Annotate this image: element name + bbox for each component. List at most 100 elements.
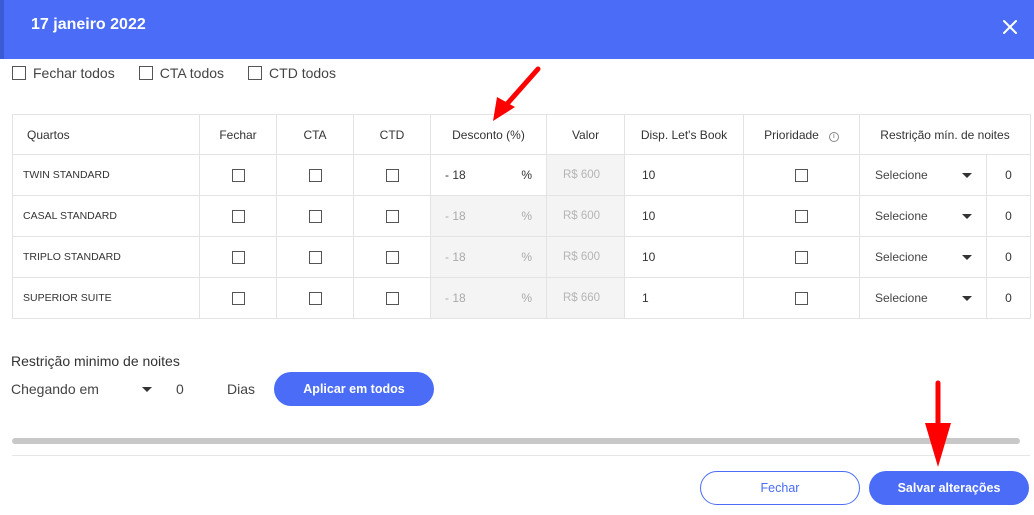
chevron-down-icon[interactable] [962, 172, 972, 178]
ctd-cell [353, 277, 431, 319]
restriction-select[interactable]: Selecione [860, 250, 986, 264]
fechar-cell [199, 195, 277, 237]
col-desconto: Desconto (%) [430, 114, 547, 155]
ctd-cell [353, 195, 431, 237]
nights-value[interactable]: 0 [986, 154, 1031, 196]
ctd-checkbox[interactable] [385, 291, 399, 305]
priority-checkbox[interactable] [795, 209, 808, 223]
discount-input[interactable]: - 18% [431, 250, 546, 264]
discount-cell[interactable]: - 18% [430, 195, 547, 237]
ctd-checkbox[interactable] [385, 250, 399, 264]
col-ctd: CTD [353, 114, 431, 155]
fechar-checkbox[interactable] [231, 168, 245, 182]
table-header-row: Quartos Fechar CTA CTD Desconto (%) Valo… [12, 114, 1031, 155]
percent-sign: % [521, 250, 532, 264]
cta-checkbox[interactable] [308, 250, 322, 264]
select-label: Selecione [875, 168, 928, 182]
arrival-select[interactable]: Chegando em [11, 381, 99, 397]
days-label: Dias [227, 381, 256, 397]
cta-checkbox[interactable] [308, 209, 322, 223]
restriction-select-cell[interactable]: Selecione [859, 236, 987, 278]
apply-all-button[interactable]: Aplicar em todos [274, 372, 434, 406]
priority-checkbox[interactable] [795, 168, 808, 182]
chevron-down-icon[interactable] [962, 295, 972, 301]
chevron-down-icon[interactable] [142, 387, 152, 392]
restriction-title: Restrição minimo de noites [11, 353, 180, 369]
nights-value[interactable]: 0 [986, 236, 1031, 278]
priority-checkbox[interactable] [795, 250, 808, 264]
fechar-checkbox[interactable] [231, 250, 245, 264]
cta-checkbox[interactable] [308, 168, 322, 182]
disp-input[interactable]: 10 [624, 195, 744, 237]
restriction-select-cell[interactable]: Selecione [859, 154, 987, 196]
checkbox-box[interactable] [248, 66, 263, 80]
nights-value[interactable]: 0 [986, 195, 1031, 237]
cta-cell [276, 277, 354, 319]
fechar-cell [199, 236, 277, 278]
checkbox-label: Fechar todos [33, 65, 115, 81]
restriction-select-cell[interactable]: Selecione [859, 277, 987, 319]
cta-todos-checkbox[interactable]: CTA todos [138, 65, 224, 81]
discount-value: - 18 [445, 291, 466, 305]
priority-cell [743, 236, 860, 278]
close-button[interactable]: Fechar [700, 471, 860, 505]
room-name: CASAL STANDARD [12, 195, 200, 237]
nights-input[interactable]: 0 [176, 381, 184, 397]
checkbox-box[interactable] [12, 66, 26, 80]
ctd-checkbox[interactable] [385, 168, 399, 182]
percent-sign: % [521, 291, 532, 305]
ctd-todos-checkbox[interactable]: CTD todos [248, 65, 336, 81]
room-name: TWIN STANDARD [12, 154, 200, 196]
modal-header: 17 janeiro 2022 [0, 0, 1034, 59]
horizontal-scrollbar[interactable] [12, 438, 1020, 444]
restriction-select[interactable]: Selecione [860, 209, 986, 223]
disp-input[interactable]: 1 [624, 277, 744, 319]
col-restricao: Restrição mín. de noites [859, 114, 1031, 155]
priority-checkbox[interactable] [795, 291, 808, 305]
ctd-cell [353, 236, 431, 278]
close-icon[interactable] [1000, 17, 1020, 37]
nights-value[interactable]: 0 [986, 277, 1031, 319]
table-row: TWIN STANDARD - 18% R$ 600 10 Selecione … [12, 154, 1031, 196]
discount-cell[interactable]: - 18% [430, 236, 547, 278]
ctd-cell [353, 154, 431, 196]
checkbox-box[interactable] [138, 66, 153, 80]
disp-input[interactable]: 10 [624, 236, 744, 278]
checkbox-label: CTD todos [269, 65, 336, 81]
info-icon[interactable]: i [828, 131, 839, 142]
rooms-table: Quartos Fechar CTA CTD Desconto (%) Valo… [12, 114, 1031, 319]
table-row: TRIPLO STANDARD - 18% R$ 600 10 Selecion… [12, 236, 1031, 278]
discount-cell[interactable]: - 18% [430, 277, 547, 319]
fechar-todos-checkbox[interactable]: Fechar todos [12, 65, 115, 81]
discount-input[interactable]: - 18% [431, 209, 546, 223]
fechar-cell [199, 277, 277, 319]
bulk-checks: Fechar todos CTA todos CTD todos [12, 65, 360, 81]
restriction-select-cell[interactable]: Selecione [859, 195, 987, 237]
cta-checkbox[interactable] [308, 291, 322, 305]
table-row: SUPERIOR SUITE - 18% R$ 660 1 Selecione … [12, 277, 1031, 319]
col-valor: Valor [546, 114, 625, 155]
modal-title: 17 janeiro 2022 [31, 16, 146, 33]
chevron-down-icon[interactable] [962, 213, 972, 219]
discount-input[interactable]: - 18% [431, 291, 546, 305]
footer-divider [12, 455, 1030, 456]
fechar-checkbox[interactable] [231, 209, 245, 223]
chevron-down-icon[interactable] [962, 254, 972, 260]
discount-value: - 18 [445, 168, 466, 182]
discount-cell[interactable]: - 18% [430, 154, 547, 196]
priority-cell [743, 195, 860, 237]
value-cell: R$ 660 [546, 277, 625, 319]
disp-input[interactable]: 10 [624, 154, 744, 196]
discount-value: - 18 [445, 250, 466, 264]
restriction-select[interactable]: Selecione [860, 291, 986, 305]
room-name: TRIPLO STANDARD [12, 236, 200, 278]
discount-input[interactable]: - 18% [431, 168, 546, 182]
select-label: Selecione [875, 291, 928, 305]
cta-cell [276, 195, 354, 237]
fechar-checkbox[interactable] [231, 291, 245, 305]
ctd-checkbox[interactable] [385, 209, 399, 223]
save-button[interactable]: Salvar alterações [869, 471, 1029, 505]
restriction-select[interactable]: Selecione [860, 168, 986, 182]
value-cell: R$ 600 [546, 236, 625, 278]
select-label: Selecione [875, 250, 928, 264]
